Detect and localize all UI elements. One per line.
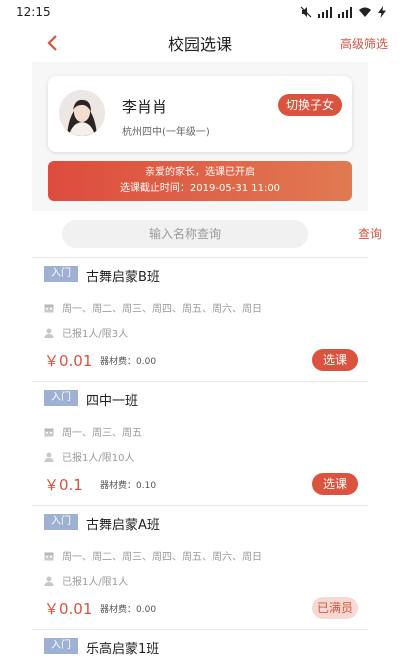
course-price: ￥0.1 [44,476,83,494]
full-status-button[interactable]: 已满员 [312,597,358,619]
signal-icon-2 [338,6,352,18]
course-name: 古舞启蒙A班 [86,518,160,533]
calendar-icon [44,304,54,312]
course-enroll-row: 已报1人/限10人 [44,449,134,464]
course-days-row: 周一、周二、周三、周四、周五、周六、周日 [44,548,262,563]
course-days: 周一、周二、周三、周四、周五、周六、周日 [62,552,262,563]
page-title: 校园选课 [167,35,232,54]
nav-bar: 校园选课 高级筛选 [0,24,400,62]
course-enrollment: 已报1人/限10人 [62,453,135,464]
course-name: 古舞启蒙B班 [86,270,160,285]
person-icon [44,328,54,338]
advanced-filter-button[interactable]: 高级筛选 [340,35,388,52]
select-course-button[interactable]: 选课 [312,349,358,371]
course-enroll-row: 已报1人/限1人 [44,573,128,588]
equipment-fee: 器材费：0.00 [100,605,157,615]
child-profile-card: 李肖肖 杭州四中(一年级一) 切换子女 [48,76,352,152]
notice-line-1: 亲爱的家长，选课已开启 [145,167,255,178]
level-badge: 入门 [44,638,78,654]
course-name: 乐高启蒙1班 [86,642,160,657]
signal-icon [318,6,332,18]
back-button[interactable] [40,30,64,56]
course-price: ￥0.01 [44,352,93,370]
notice-line-2: 选课截止时间：2019-05-31 11:00 [119,183,281,194]
course-enrollment: 已报1人/限3人 [62,329,129,340]
level-badge: 入门 [44,514,78,530]
top-panel: 李肖肖 杭州四中(一年级一) 切换子女 亲爱的家长，选课已开启 选课截止时间：2… [32,62,368,211]
mute-icon [300,6,312,18]
status-bar: 12:15 [0,0,400,24]
person-icon [44,576,54,586]
course-enrollment: 已报1人/限1人 [62,577,129,588]
child-name: 李肖肖 [122,98,168,116]
calendar-icon [44,428,54,436]
course-days: 周一、周三、周五 [62,428,142,439]
select-course-button[interactable]: 选课 [312,473,358,495]
level-badge: 入门 [44,390,78,406]
enrollment-notice: 亲爱的家长，选课已开启 选课截止时间：2019-05-31 11:00 [48,161,352,201]
search-button[interactable]: 查询 [358,225,382,242]
equipment-fee: 器材费：0.00 [100,357,157,367]
course-name: 四中一班 [86,394,139,409]
equipment-fee: 器材费：0.10 [100,481,157,491]
course-price: ￥0.01 [44,600,93,618]
status-icons [300,6,386,18]
course-enroll-row: 已报1人/限3人 [44,325,128,340]
status-time: 12:15 [16,5,51,19]
person-icon [44,452,54,462]
course-item: 入门 古舞启蒙B班 周一、周二、周三、周四、周五、周六、周日 已报1人/限3人 … [32,258,368,382]
course-days-row: 周一、周二、周三、周四、周五、周六、周日 [44,300,262,315]
switch-child-button[interactable]: 切换子女 [277,94,342,116]
child-school: 杭州四中(一年级一) [122,127,210,138]
course-list: 入门 古舞启蒙B班 周一、周二、周三、周四、周五、周六、周日 已报1人/限3人 … [32,257,368,666]
course-item: 入门 古舞启蒙A班 周一、周二、周三、周四、周五、周六、周日 已报1人/限1人 … [32,506,368,630]
wifi-icon [359,7,371,17]
course-item: 入门 四中一班 周一、周三、周五 已报1人/限10人 ￥0.1 器材费：0.10… [32,382,368,506]
search-input[interactable] [62,220,308,248]
charging-icon [378,6,386,18]
chevron-left-icon [47,35,57,51]
course-days: 周一、周二、周三、周四、周五、周六、周日 [62,304,262,315]
course-item: 入门 乐高启蒙1班 [32,630,368,666]
search-row: 查询 [0,211,400,257]
course-days-row: 周一、周三、周五 [44,424,142,439]
avatar [59,90,105,136]
calendar-icon [44,552,54,560]
level-badge: 入门 [44,266,78,282]
avatar-photo-icon [59,90,105,136]
